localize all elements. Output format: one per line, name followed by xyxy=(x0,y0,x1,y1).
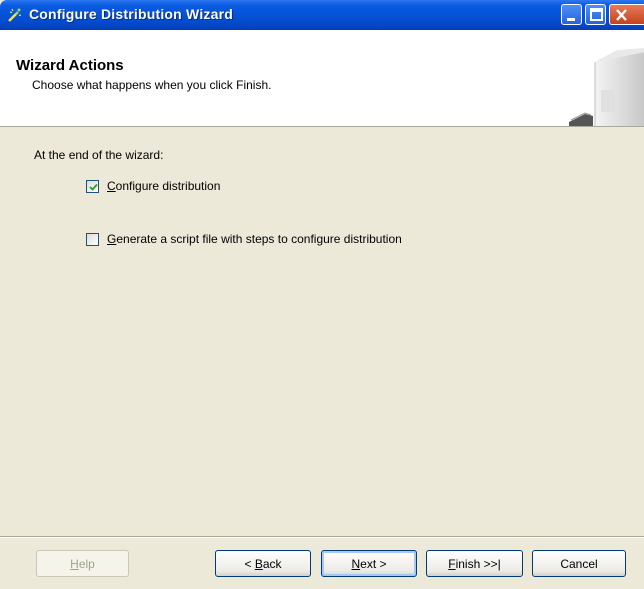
page-title: Wizard Actions xyxy=(16,57,124,74)
button-bar-separator xyxy=(0,536,644,538)
cancel-button[interactable]: Cancel xyxy=(532,550,626,577)
page-subtitle: Choose what happens when you click Finis… xyxy=(32,78,272,92)
minimize-button[interactable] xyxy=(561,4,582,25)
checkmark-icon xyxy=(89,183,98,191)
close-icon xyxy=(616,9,627,21)
wizard-app-icon xyxy=(6,6,24,24)
generate-script-option[interactable]: Generate a script file with steps to con… xyxy=(86,231,402,247)
generate-script-label[interactable]: Generate a script file with steps to con… xyxy=(107,232,402,246)
generate-script-checkbox[interactable] xyxy=(86,232,99,246)
configure-distribution-option[interactable]: Configure distribution xyxy=(86,178,220,194)
configure-distribution-label[interactable]: Configure distribution xyxy=(107,179,220,193)
title-bar[interactable]: Configure Distribution Wizard xyxy=(0,0,644,30)
actions-prompt: At the end of the wizard: xyxy=(34,148,164,162)
maximize-button[interactable] xyxy=(585,4,606,25)
back-button[interactable]: < Back xyxy=(215,550,311,577)
maximize-icon xyxy=(590,8,603,21)
next-button[interactable]: Next > xyxy=(321,550,417,577)
minimize-icon xyxy=(567,18,575,21)
server-graphic-icon xyxy=(569,48,644,126)
finish-button[interactable]: Finish >>| xyxy=(426,550,523,577)
wizard-window: Configure Distribution Wizard Wizard Act… xyxy=(0,0,644,589)
wizard-header: Wizard Actions Choose what happens when … xyxy=(0,30,644,127)
configure-distribution-checkbox[interactable] xyxy=(86,179,99,193)
window-title: Configure Distribution Wizard xyxy=(29,6,233,22)
close-button[interactable] xyxy=(609,4,644,25)
help-button[interactable]: Help xyxy=(36,550,129,577)
